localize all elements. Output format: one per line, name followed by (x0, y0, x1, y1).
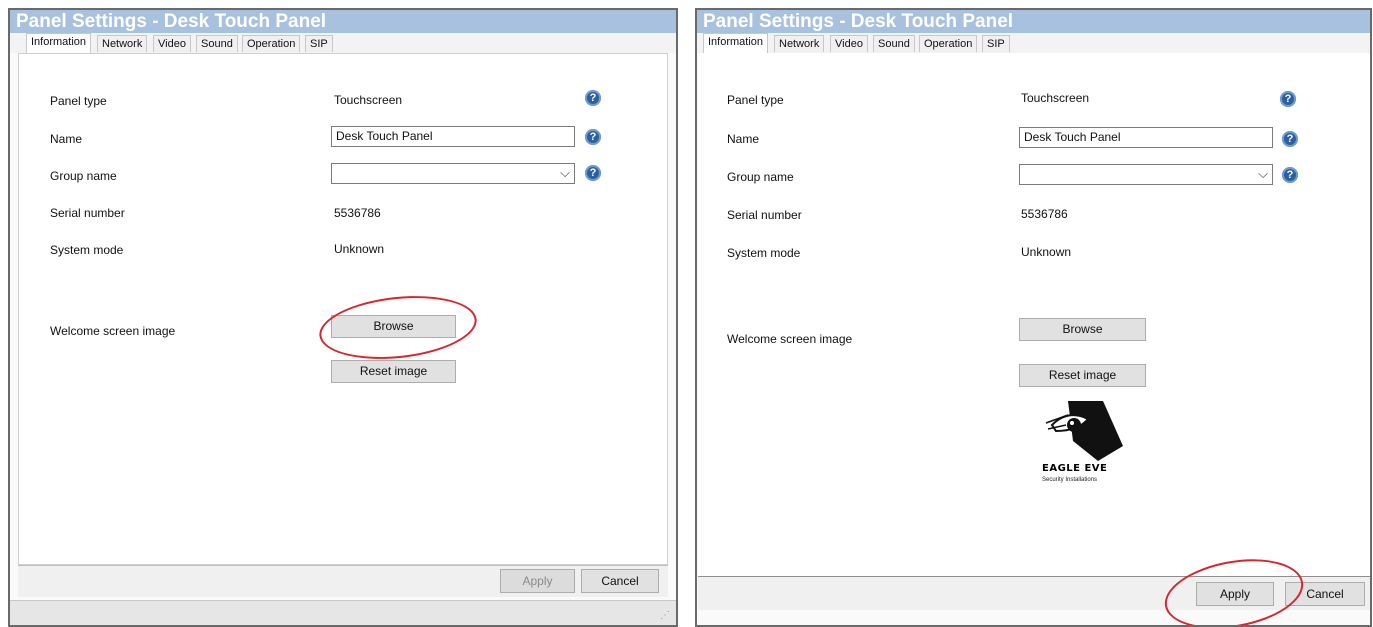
tab-sip[interactable]: SIP (982, 35, 1010, 52)
tab-information[interactable]: Information (703, 33, 769, 53)
question-circle-icon[interactable]: ? (585, 129, 601, 145)
tab-sound[interactable]: Sound (196, 35, 238, 52)
tab-operation[interactable]: Operation (919, 35, 978, 52)
serial-number-label: Serial number (727, 208, 802, 222)
name-field[interactable]: Desk Touch Panel (331, 126, 575, 147)
question-circle-icon[interactable]: ? (585, 165, 601, 181)
panel-type-label: Panel type (727, 93, 784, 107)
tab-operation[interactable]: Operation (242, 35, 301, 52)
question-circle-icon[interactable]: ? (1280, 91, 1296, 107)
cancel-button[interactable]: Cancel (581, 569, 659, 593)
reset-image-button[interactable]: Reset image (1019, 364, 1146, 387)
tab-bar: Information Network Video Sound Operatio… (697, 33, 1370, 53)
settings-window-left: Panel Settings - Desk Touch Panel Inform… (8, 8, 678, 627)
system-mode-value: Unknown (1021, 245, 1072, 259)
window-title: Panel Settings - Desk Touch Panel (697, 10, 1370, 33)
window-title: Panel Settings - Desk Touch Panel (10, 10, 676, 33)
name-label: Name (727, 132, 760, 146)
tab-video[interactable]: Video (830, 35, 868, 52)
tab-information[interactable]: Information (26, 33, 92, 53)
logo-name: EAGLE EVE (1042, 463, 1108, 474)
chevron-down-icon[interactable]: ⌵ (1258, 166, 1268, 182)
group-name-select[interactable]: ⌵ (331, 163, 575, 184)
highlight-ellipse (316, 288, 480, 367)
tab-video[interactable]: Video (153, 35, 191, 52)
serial-number-value: 5536786 (1021, 207, 1068, 221)
reset-image-button[interactable]: Reset image (331, 360, 456, 383)
eagle-eye-logo-icon (1045, 401, 1123, 461)
welcome-image-label: Welcome screen image (50, 324, 176, 338)
serial-number-label: Serial number (50, 206, 125, 220)
panel-type-label: Panel type (50, 94, 107, 108)
button-bar: Apply Cancel (698, 549, 1370, 625)
panel-type-value: Touchscreen (1021, 91, 1090, 105)
apply-button[interactable]: Apply (500, 569, 575, 593)
welcome-image-label: Welcome screen image (727, 332, 853, 346)
settings-window-right: Panel Settings - Desk Touch Panel Inform… (695, 8, 1372, 627)
tab-bar: Information Network Video Sound Operatio… (10, 33, 676, 53)
group-name-label: Group name (50, 169, 117, 183)
status-bar: ⋰ (10, 600, 676, 625)
system-mode-value: Unknown (334, 242, 385, 256)
tab-network[interactable]: Network (774, 35, 825, 52)
button-bar: Apply Cancel (18, 565, 668, 597)
logo-tagline: Security Installations (1042, 477, 1098, 483)
group-name-select[interactable]: ⌵ (1019, 164, 1273, 185)
system-mode-label: System mode (727, 246, 801, 260)
name-label: Name (50, 132, 83, 146)
information-pane: Panel type Touchscreen ? Name Desk Touch… (18, 53, 668, 565)
question-circle-icon[interactable]: ? (1282, 167, 1298, 183)
serial-number-value: 5536786 (334, 206, 381, 220)
system-mode-label: System mode (50, 243, 124, 257)
welcome-image-preview: EAGLE EVE Security Installations (1038, 401, 1128, 491)
browse-button[interactable]: Browse (1019, 318, 1146, 341)
name-field[interactable]: Desk Touch Panel (1019, 127, 1273, 148)
group-name-label: Group name (727, 170, 794, 184)
chevron-down-icon[interactable]: ⌵ (560, 165, 570, 181)
information-pane: Panel type Touchscreen ? Name Desk Touch… (698, 53, 1370, 583)
question-circle-icon[interactable]: ? (1282, 131, 1298, 147)
panel-type-value: Touchscreen (334, 93, 403, 107)
tab-network[interactable]: Network (97, 35, 148, 52)
tab-sound[interactable]: Sound (873, 35, 915, 52)
question-circle-icon[interactable]: ? (585, 90, 601, 106)
tab-sip[interactable]: SIP (305, 35, 333, 52)
resize-grip-icon[interactable]: ⋰ (660, 610, 670, 621)
